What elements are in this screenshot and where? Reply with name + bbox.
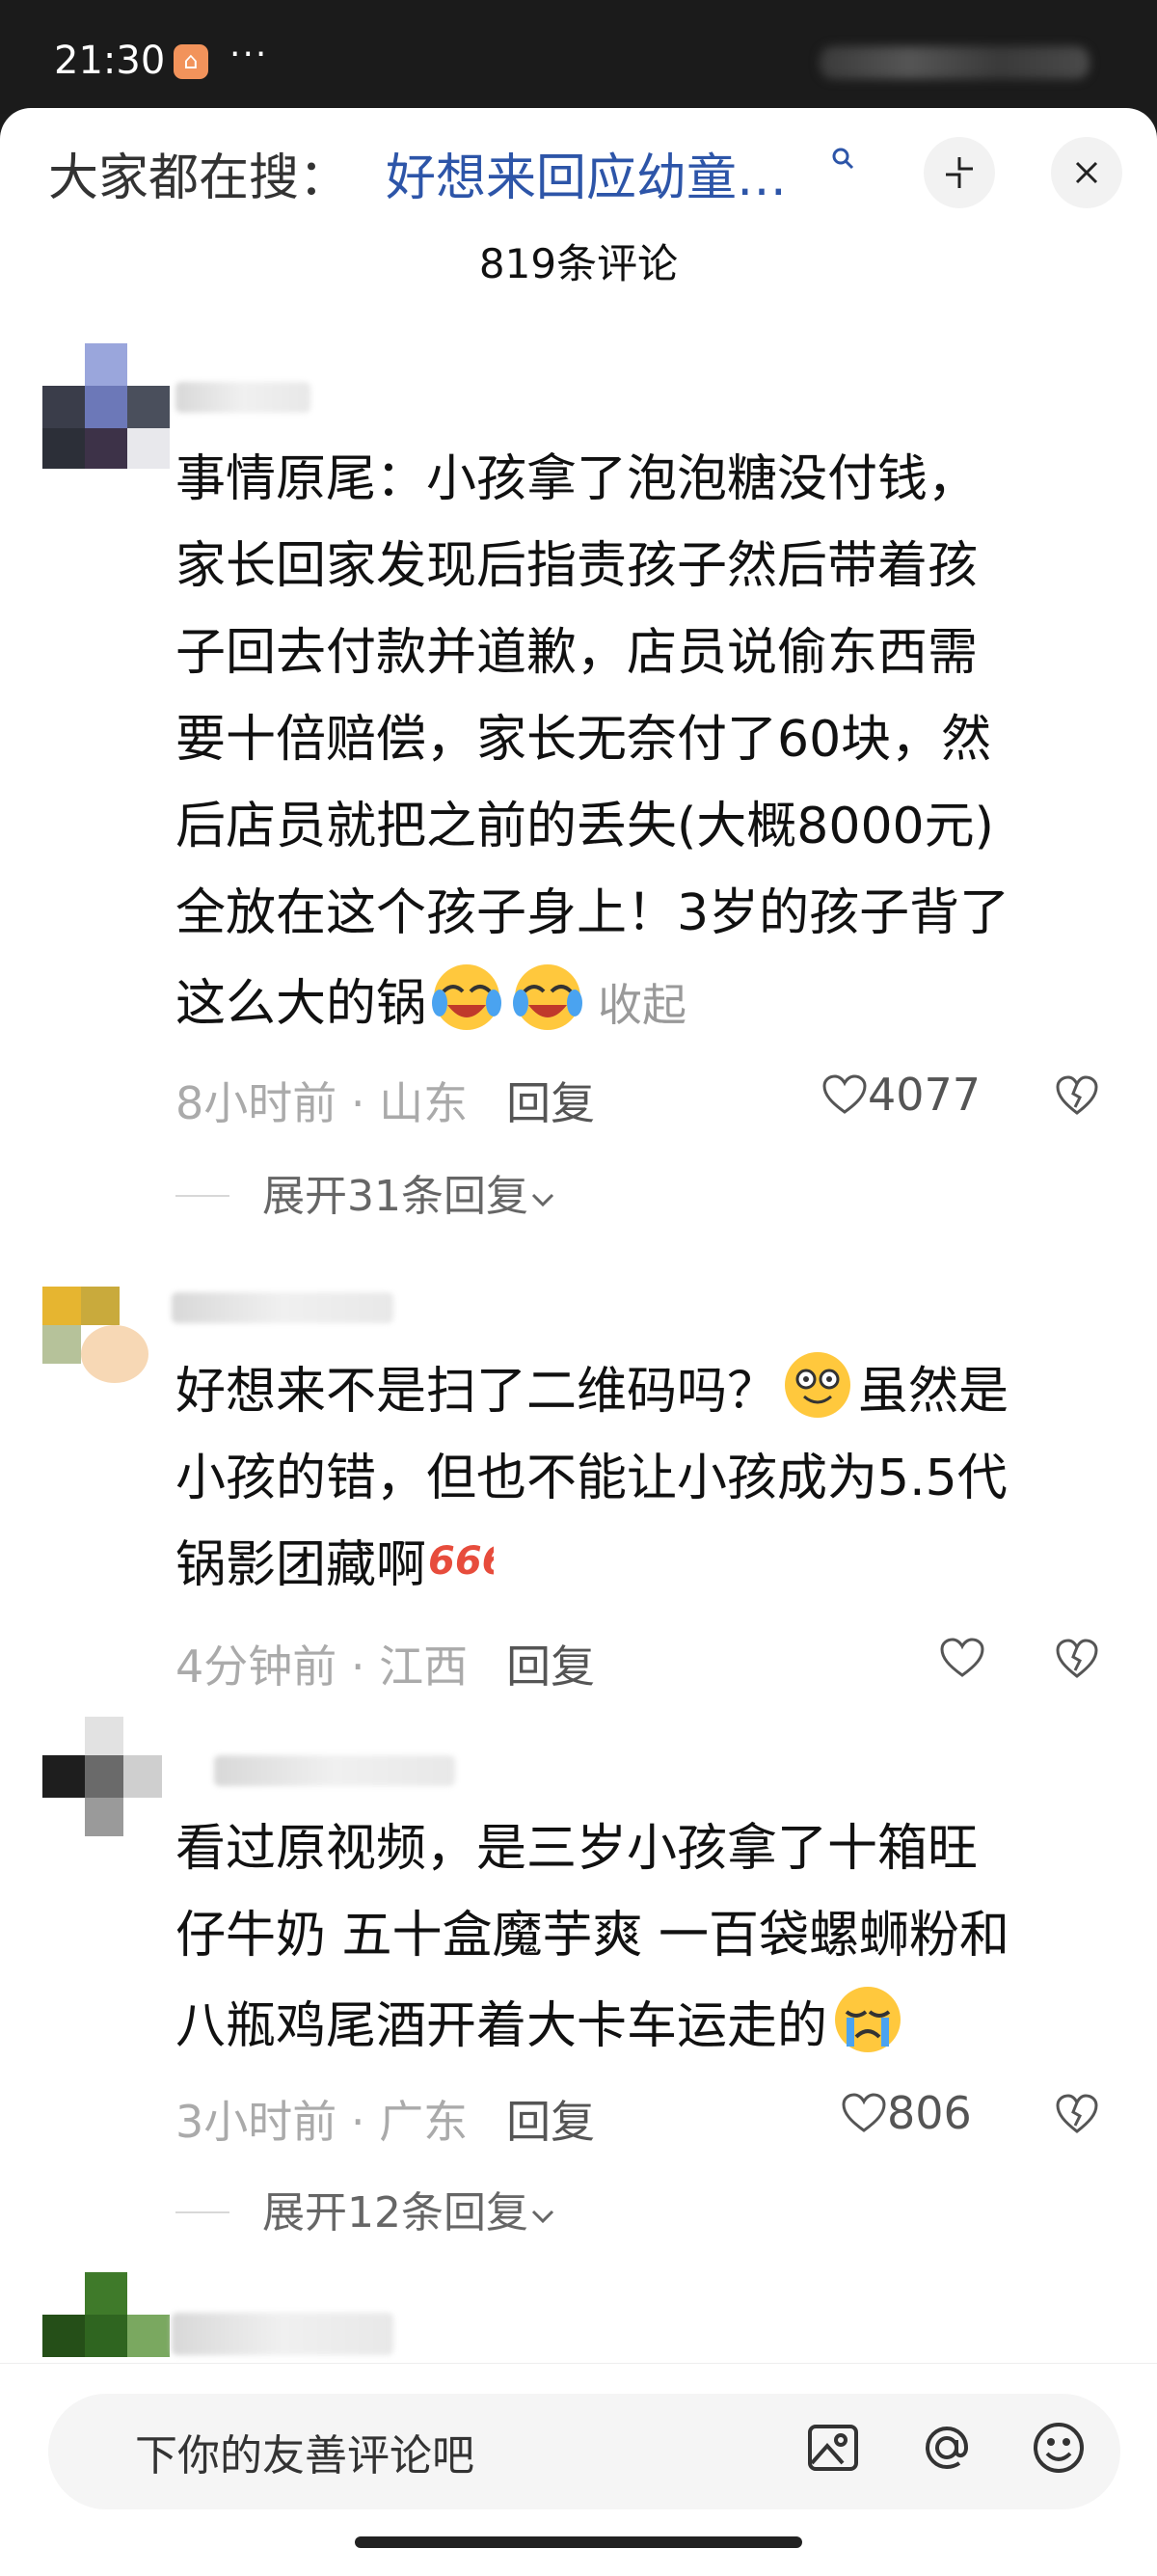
smiley-emoji-icon	[785, 1352, 851, 1418]
crying-laughing-emoji-icon	[432, 964, 502, 1030]
comment-text: 好想来不是扫了二维码吗？ 虽然是 小孩的错，但也不能让小孩成为5.5代 锅影团藏啊…	[175, 1344, 1009, 1609]
svg-text:666: 666	[428, 1539, 494, 1584]
crying-laughing-emoji-icon	[513, 964, 583, 1030]
avatar[interactable]	[42, 1717, 174, 1842]
dislike-button[interactable]	[1055, 1074, 1099, 1121]
reply-button[interactable]: 回复	[506, 2096, 595, 2148]
comment-meta: 4分钟前 · 江西 回复	[175, 1641, 596, 1693]
trending-search-prefix: 大家都在搜：	[48, 149, 350, 207]
comment-input-placeholder[interactable]: 下你的友善评论吧	[135, 2421, 474, 2482]
close-button[interactable]	[1051, 137, 1122, 208]
chevron-down-icon	[531, 2210, 554, 2224]
home-indicator[interactable]	[355, 2536, 802, 2548]
image-button[interactable]	[804, 2419, 862, 2481]
app-notification-icon: ⌂	[174, 44, 208, 79]
broken-heart-icon	[1056, 1075, 1098, 1115]
minimize-button[interactable]	[924, 137, 995, 208]
mention-button[interactable]	[918, 2419, 976, 2481]
heart-icon	[822, 1074, 867, 1114]
comment-time: 4分钟前	[175, 1641, 337, 1693]
search-icon[interactable]	[831, 147, 856, 178]
status-icons-blurred	[820, 46, 1090, 79]
divider	[175, 1195, 229, 1197]
username-blurred[interactable]	[172, 1292, 393, 1323]
like-count: 4077	[868, 1069, 982, 1121]
expand-replies-button[interactable]: 展开31条回复	[175, 1161, 557, 1223]
comment-text: 事情原尾：小孩拿了泡泡糖没付钱， 家长回家发现后指责孩子然后带着孩 子回去付款并…	[175, 450, 1010, 1033]
comment-location: 广东	[379, 2096, 469, 2148]
username-blurred[interactable]	[214, 1755, 455, 1786]
comment-time: 8小时前	[175, 1077, 337, 1129]
comment-count: 819条评论	[478, 240, 679, 287]
status-more-icon: ···	[229, 35, 269, 74]
like-count: 806	[887, 2087, 972, 2139]
username-blurred[interactable]	[175, 382, 310, 413]
expand-replies-button[interactable]: 展开12条回复	[175, 2178, 557, 2239]
chevron-down-icon	[531, 1193, 554, 1207]
comment-meta: 3小时前 · 广东 回复	[175, 2096, 596, 2148]
comment-time: 3小时前	[175, 2096, 337, 2148]
image-icon	[808, 2425, 858, 2471]
comment-text: 看过原视频，是三岁小孩拿了十箱旺 仔牛奶 五十盒魔芋爽 一百袋螺蛳粉和 八瓶鸡尾…	[175, 1820, 1010, 2055]
reply-button[interactable]: 回复	[506, 1077, 595, 1129]
avatar[interactable]	[42, 1287, 174, 1412]
status-time: 21:30	[54, 39, 166, 83]
broken-heart-icon	[1056, 1639, 1098, 1678]
trending-search-link[interactable]: 好想来回应幼童…	[386, 137, 787, 209]
minimize-icon	[946, 157, 973, 188]
avatar[interactable]	[42, 343, 174, 469]
like-button[interactable]: 4077	[821, 1069, 981, 1121]
broken-heart-icon	[1056, 2094, 1098, 2133]
emoji-icon	[1034, 2423, 1084, 2473]
like-button[interactable]: 806	[841, 2087, 972, 2139]
reply-button[interactable]: 回复	[506, 1641, 595, 1693]
666-emoji-icon: 666	[428, 1539, 494, 1584]
crying-emoji-icon	[835, 1987, 901, 2052]
comment-meta: 8小时前 · 山东 回复	[175, 1077, 596, 1129]
status-bar: 21:30 ⌂ ···	[0, 0, 1157, 114]
at-icon	[925, 2426, 969, 2470]
dislike-button[interactable]	[1055, 1638, 1099, 1684]
close-icon	[1075, 161, 1098, 184]
dislike-button[interactable]	[1055, 2093, 1099, 2139]
collapse-button[interactable]: 收起	[598, 979, 686, 1031]
comment-location: 山东	[379, 1077, 469, 1129]
heart-icon	[842, 2093, 886, 2132]
like-button[interactable]	[939, 1632, 985, 1684]
comment-location: 江西	[379, 1641, 469, 1693]
username-blurred[interactable]	[172, 2313, 393, 2355]
emoji-button[interactable]	[1030, 2419, 1088, 2481]
heart-icon	[940, 1638, 984, 1677]
divider	[175, 2211, 229, 2213]
